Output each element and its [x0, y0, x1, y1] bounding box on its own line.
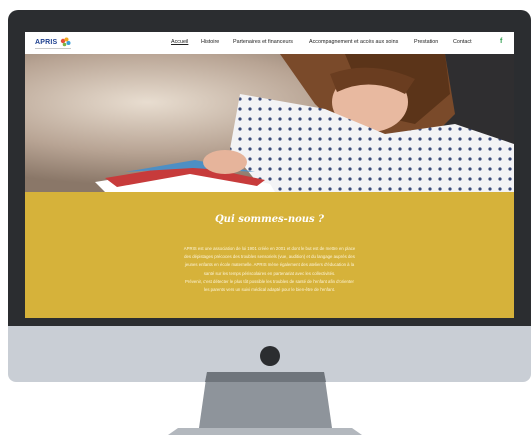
logo-underline [35, 48, 71, 49]
site-logo[interactable]: APRIS [35, 36, 75, 51]
site-navbar: APRIS Accueil Histoire Partenaires et fi… [25, 32, 514, 54]
nav-histoire[interactable]: Histoire [201, 39, 219, 45]
logo-flower-icon [60, 37, 71, 47]
nav-prestation[interactable]: Prestation [414, 39, 438, 45]
about-line: santé sur les temps périscolaires en par… [203, 270, 336, 276]
about-section: Qui sommes-nous ? APRIS est une associat… [25, 192, 514, 318]
nav-contact[interactable]: Contact [453, 39, 472, 45]
facebook-icon[interactable]: f [500, 38, 502, 45]
girl-reading-book-photo [25, 54, 514, 192]
nav-accueil[interactable]: Accueil [171, 39, 188, 45]
about-title: Qui sommes-nous ? [214, 214, 325, 225]
monitor-stand [168, 372, 362, 435]
about-line: les parents vers un suivi médical adapté… [204, 287, 335, 293]
nav-accompagnement[interactable]: Accompagnement et accès aux soins [309, 39, 398, 45]
monitor-mockup: APRIS Accueil Histoire Partenaires et fi… [8, 10, 531, 382]
about-line: des dépistages précoces des troubles sen… [184, 254, 355, 260]
nav-partenaires[interactable]: Partenaires et financeurs [233, 39, 293, 45]
about-line: jeunes enfants en école maternelle. APRI… [184, 262, 355, 268]
about-line: APRIS est une association de loi 1901 cr… [183, 246, 356, 251]
about-paragraph: APRIS est une association de loi 1901 cr… [143, 245, 396, 294]
about-line: Prévenir, c'est détecter le plus tôt pos… [185, 278, 354, 284]
monitor-bezel: APRIS Accueil Histoire Partenaires et fi… [8, 10, 531, 326]
logo-text: APRIS [35, 39, 58, 46]
hero-image [25, 54, 514, 192]
power-button-icon [260, 346, 280, 366]
website-screen: APRIS Accueil Histoire Partenaires et fi… [25, 32, 514, 318]
